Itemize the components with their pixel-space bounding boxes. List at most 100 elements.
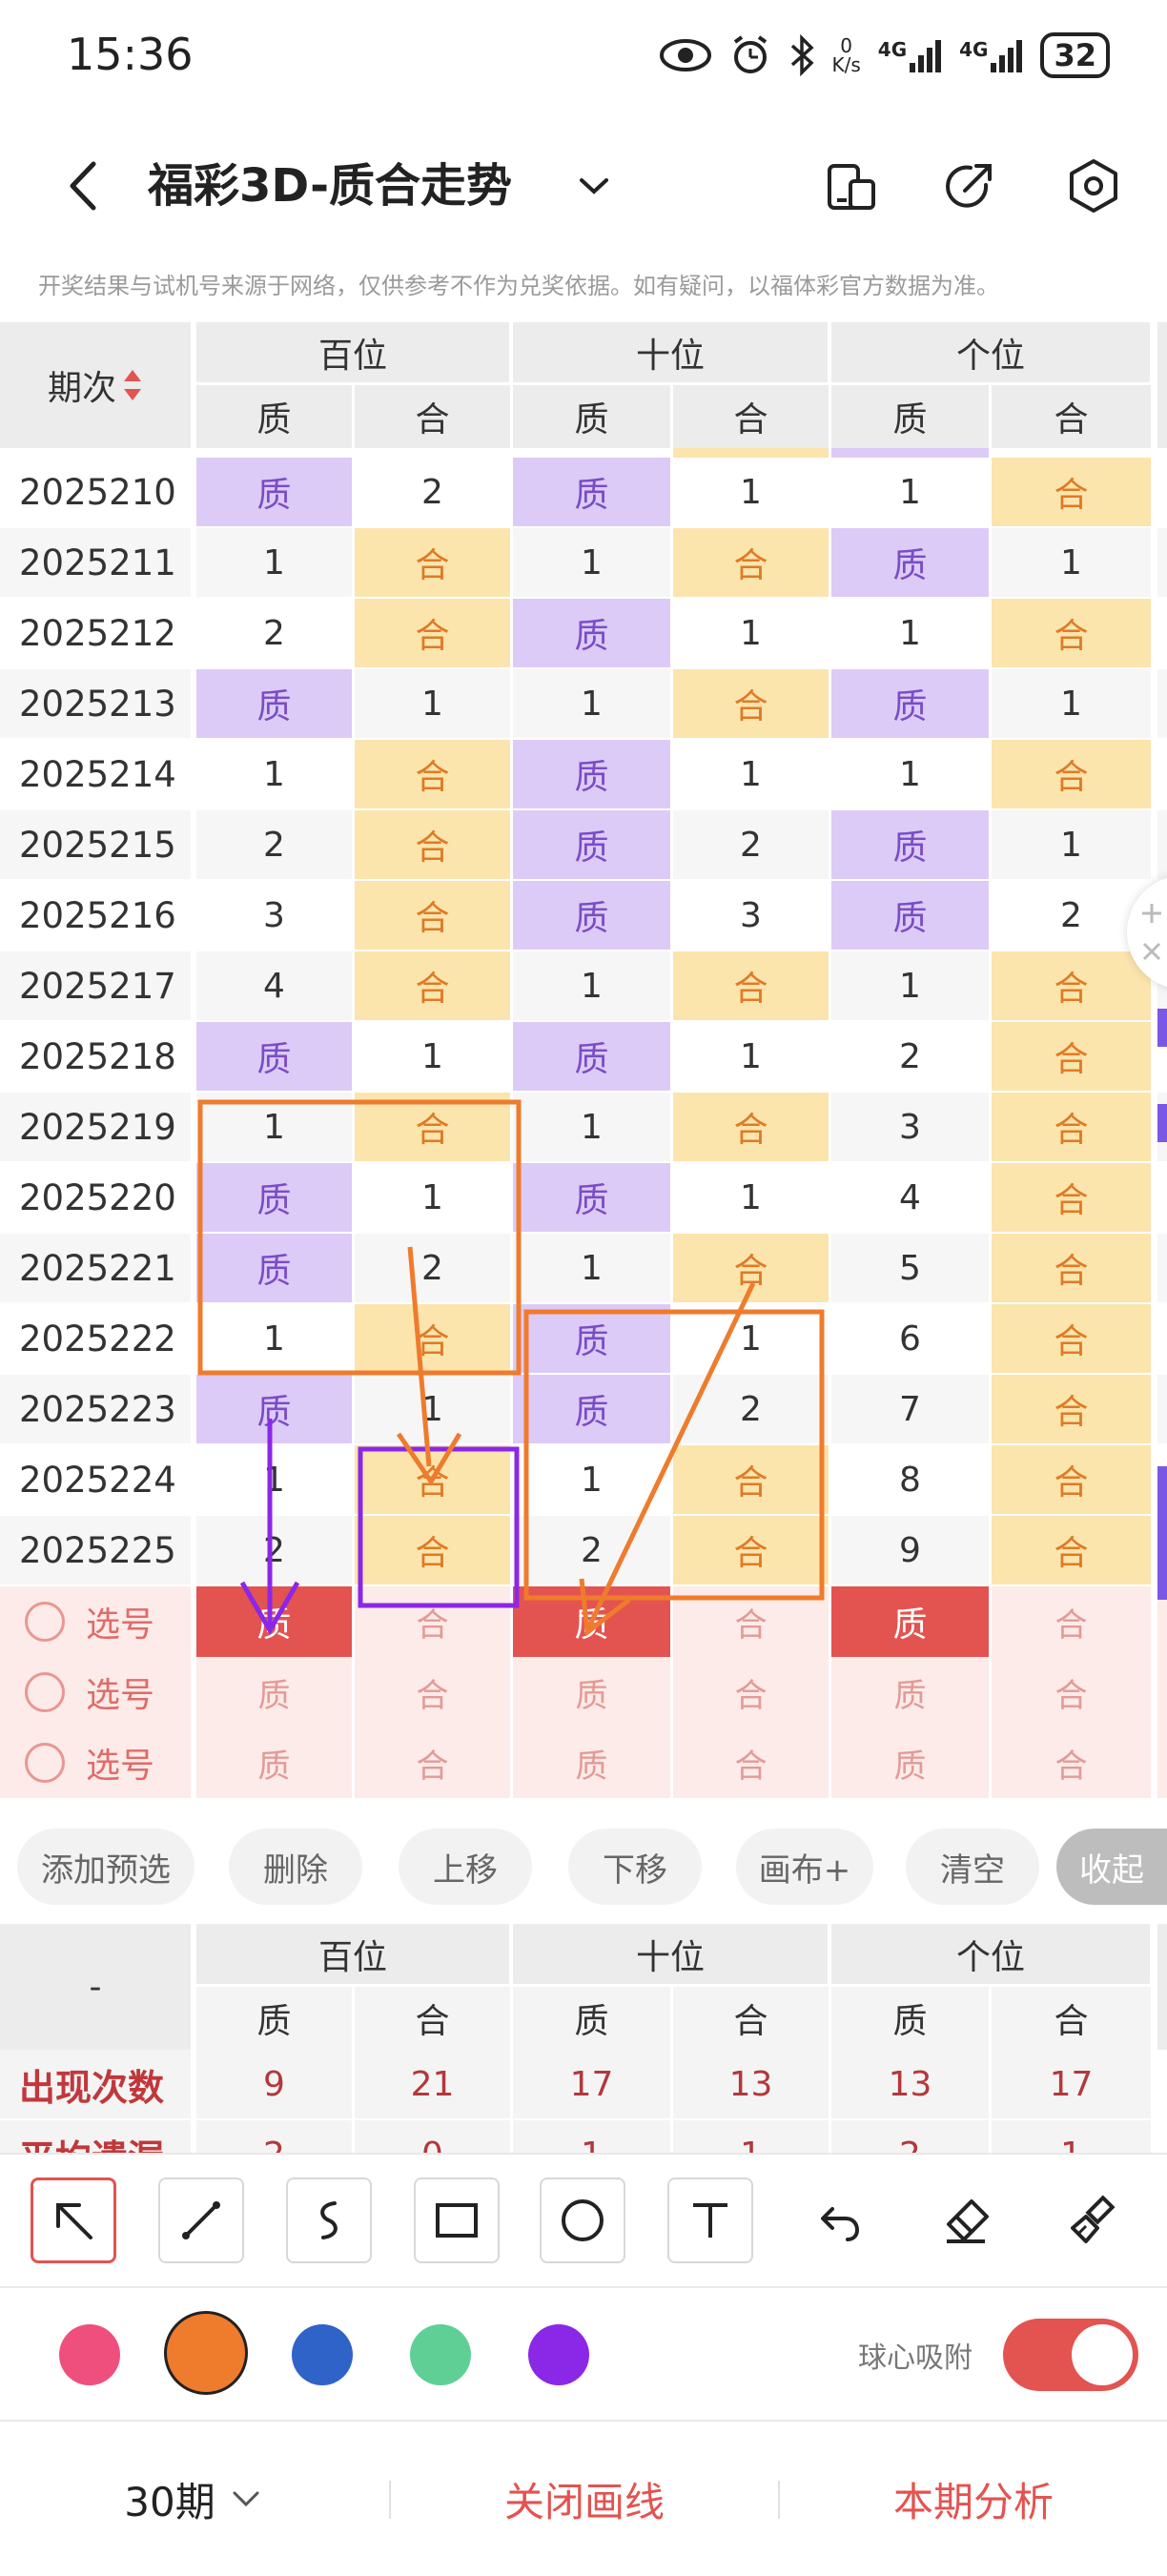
select-row-label[interactable]: 选号 xyxy=(0,1657,191,1728)
trend-cell: 1 xyxy=(513,951,670,1020)
stats-sub-header: 质 xyxy=(513,1987,670,2050)
rectangle-tool[interactable] xyxy=(414,2177,500,2263)
stats-value: 0 xyxy=(355,2120,510,2153)
select-row-label[interactable]: 选号 xyxy=(0,1728,191,1798)
select-radio-icon[interactable] xyxy=(25,1743,65,1783)
collapse-button[interactable]: 收起 xyxy=(1056,1829,1167,1905)
trend-cell: 质 xyxy=(831,810,989,879)
next-group-edge xyxy=(1157,528,1167,597)
select-cell[interactable]: 合 xyxy=(673,1586,829,1657)
trend-cell: 1 xyxy=(673,1022,829,1091)
select-cell[interactable]: 质 xyxy=(831,1728,989,1798)
signal-bars-icon xyxy=(991,40,1023,72)
trend-cell: 合 xyxy=(992,1234,1151,1302)
stats-table: -百位质合十位质合个位质合出现次数92117131317平均遗漏201121 xyxy=(0,1924,1167,2153)
select-radio-icon[interactable] xyxy=(25,1672,65,1712)
next-group-edge xyxy=(1157,740,1167,808)
settings-hexagon-icon xyxy=(1070,159,1117,213)
chevron-down-icon xyxy=(580,178,608,194)
trend-cell: 1 xyxy=(992,669,1151,738)
zoom-control[interactable] xyxy=(1127,875,1167,990)
select-cell[interactable]: 质 xyxy=(513,1728,670,1798)
title-dropdown-button[interactable] xyxy=(570,157,618,215)
trend-cell: 质 xyxy=(513,881,670,950)
next-group-edge xyxy=(1157,1304,1167,1373)
bluetooth-icon xyxy=(790,34,814,76)
trend-cell: 3 xyxy=(831,1093,989,1161)
delete-button[interactable]: 删除 xyxy=(229,1829,362,1905)
select-cell[interactable]: 合 xyxy=(673,1728,829,1798)
text-tool[interactable] xyxy=(667,2177,753,2263)
trend-cell: 3 xyxy=(196,881,352,950)
color-swatch-orange[interactable] xyxy=(164,2311,248,2395)
color-swatch-pink[interactable] xyxy=(59,2324,120,2385)
select-cell[interactable]: 合 xyxy=(355,1657,510,1728)
next-group-edge xyxy=(1157,322,1167,448)
undo-tool[interactable] xyxy=(795,2177,881,2263)
trend-cell: 合 xyxy=(992,1516,1151,1584)
trend-cell: 1 xyxy=(196,1445,352,1514)
period-cell: 2025212 xyxy=(0,599,191,667)
select-cell[interactable]: 合 xyxy=(355,1586,510,1657)
clear-brush-tool[interactable] xyxy=(1051,2177,1136,2263)
period-column-header[interactable]: 期次 xyxy=(0,322,191,448)
select-cell[interactable]: 质 xyxy=(513,1586,670,1657)
color-swatch-green[interactable] xyxy=(410,2324,471,2385)
drawing-toolbar xyxy=(0,2153,1167,2288)
select-cell[interactable]: 合 xyxy=(992,1657,1151,1728)
trend-cell: 合 xyxy=(992,1375,1151,1443)
partial-cell xyxy=(992,448,1151,458)
period-count-selector[interactable]: 30期 xyxy=(57,2422,334,2576)
stats-value: 21 xyxy=(355,2050,510,2118)
trend-cell: 2 xyxy=(355,1234,510,1302)
pointer-tool[interactable] xyxy=(31,2177,116,2263)
period-analysis-button[interactable]: 本期分析 xyxy=(780,2422,1167,2576)
select-cell[interactable]: 合 xyxy=(992,1586,1151,1657)
trend-cell: 合 xyxy=(673,528,829,597)
select-radio-icon[interactable] xyxy=(25,1602,65,1642)
color-swatch-purple[interactable] xyxy=(528,2324,589,2385)
trend-cell: 合 xyxy=(355,1093,510,1161)
add-preselect-button[interactable]: 添加预选 xyxy=(17,1829,194,1905)
select-cell[interactable]: 合 xyxy=(992,1728,1151,1798)
trend-cell: 1 xyxy=(831,740,989,808)
select-cell[interactable]: 质 xyxy=(513,1657,670,1728)
trend-cell: 1 xyxy=(831,599,989,667)
canvas-plus-button[interactable]: 画布+ xyxy=(736,1829,873,1905)
group-header-3: 个位 xyxy=(831,322,1150,382)
curve-tool[interactable] xyxy=(286,2177,372,2263)
stats-sub-header: 质 xyxy=(196,1987,352,2050)
trend-cell: 合 xyxy=(673,669,829,738)
back-button[interactable] xyxy=(53,153,120,219)
close-lines-button[interactable]: 关闭画线 xyxy=(391,2422,778,2576)
move-up-button[interactable]: 上移 xyxy=(399,1829,532,1905)
trend-cell: 1 xyxy=(673,1304,829,1373)
trend-cell: 1 xyxy=(513,669,670,738)
trend-cell: 1 xyxy=(196,1304,352,1373)
select-cell[interactable]: 质 xyxy=(831,1586,989,1657)
select-cell[interactable]: 质 xyxy=(831,1657,989,1728)
next-group-edge xyxy=(1157,1234,1167,1302)
trend-cell: 1 xyxy=(992,810,1151,879)
page-title[interactable]: 福彩3D-质合走势 xyxy=(148,153,512,219)
eraser-tool[interactable] xyxy=(923,2177,1009,2263)
snap-toggle[interactable] xyxy=(1003,2319,1138,2391)
next-group-edge xyxy=(1157,1657,1167,1728)
move-down-button[interactable]: 下移 xyxy=(568,1829,702,1905)
circle-tool[interactable] xyxy=(540,2177,625,2263)
select-cell[interactable]: 质 xyxy=(196,1586,352,1657)
share-button[interactable] xyxy=(936,153,1003,219)
trend-cell: 2 xyxy=(196,810,352,879)
select-cell[interactable]: 质 xyxy=(196,1657,352,1728)
line-tool[interactable] xyxy=(158,2177,244,2263)
layout-switch-button[interactable] xyxy=(818,153,885,219)
color-swatch-blue[interactable] xyxy=(292,2324,353,2385)
trend-cell: 合 xyxy=(992,740,1151,808)
select-cell[interactable]: 合 xyxy=(355,1728,510,1798)
select-cell[interactable]: 质 xyxy=(196,1728,352,1798)
clear-button[interactable]: 清空 xyxy=(906,1829,1039,1905)
select-cell[interactable]: 合 xyxy=(673,1657,829,1728)
select-row-label[interactable]: 选号 xyxy=(0,1586,191,1657)
settings-button[interactable] xyxy=(1060,153,1127,219)
trend-cell: 1 xyxy=(513,1445,670,1514)
